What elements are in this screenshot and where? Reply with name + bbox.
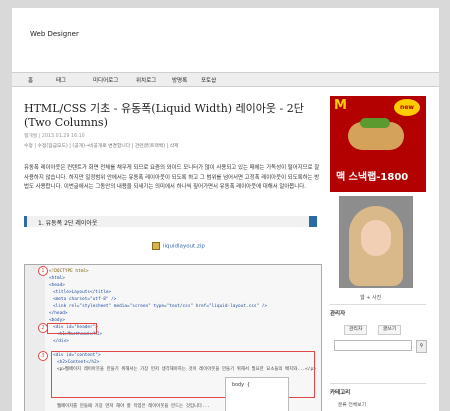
code-line: <head>	[49, 283, 65, 288]
nav-item-photoshop[interactable]: 포토샵	[201, 76, 216, 84]
section-heading: 1. 유동폭 2단 레이아웃	[24, 216, 317, 227]
code-line: </div>	[53, 339, 69, 344]
lettuce-image	[360, 118, 390, 128]
code-line: 웹페이지를 만들때 가장 먼저 해야 할 작업은 레이아웃을 만드는 것입니다.…	[57, 404, 210, 409]
search-button[interactable]: ⚲	[416, 340, 427, 353]
download-filename[interactable]: liquidlayout.zip	[163, 244, 205, 250]
write-button[interactable]: 글쓰기	[378, 325, 402, 335]
post-admin-links[interactable]: 수정 | 수정(잠금모드) | (공개)→비공개로 변경합니다 | 관련글(트랙…	[24, 142, 179, 149]
code-line: <meta charset="utf-8" />	[53, 297, 117, 302]
site-title[interactable]: Web Designer	[30, 30, 79, 38]
callout-marker: 2	[38, 323, 48, 333]
divider	[330, 304, 426, 305]
zip-icon	[152, 242, 160, 250]
section-heading-label: 1. 유동폭 2단 레이아웃	[38, 220, 98, 227]
post-body: 유동폭 레이아웃은 컨텐트가 화면 전체를 채우게 되므로 요즘의 와이드 모니…	[24, 165, 320, 190]
css-popup-text: body {	[232, 382, 251, 388]
search-input[interactable]	[334, 340, 412, 351]
sidebar: M new 맥 스낵랩-1800 웹 + 사진 관리자 관리자 글쓰기 ⚲ 카테…	[330, 96, 431, 411]
line-gutter	[25, 265, 45, 411]
callout-marker: 1	[38, 266, 48, 276]
divider	[330, 383, 426, 384]
new-badge: new	[394, 99, 420, 116]
category-item-all[interactable]: 분류 전체보기	[338, 401, 366, 408]
admin-button[interactable]: 관리자	[344, 325, 368, 335]
nav-item-locationlog[interactable]: 위치로그	[136, 76, 156, 84]
code-line: <title>Layouts</title>	[53, 290, 112, 295]
header-highlight-box	[47, 323, 97, 334]
nav-item-guestbook[interactable]: 방명록	[172, 76, 187, 84]
nav-item-medialog[interactable]: 미디어로그	[93, 76, 118, 84]
callout-marker: 3	[38, 351, 48, 361]
ad-text: 맥 스낵랩-1800	[336, 172, 409, 183]
category-heading: 카테고리	[330, 390, 351, 396]
code-line: <link rel="stylesheet" media="screen" ty…	[53, 304, 268, 309]
download-link[interactable]: liquidlayout.zip	[152, 242, 205, 250]
code-line: <!DOCTYPE html>	[49, 269, 89, 274]
brand-logo: M	[334, 98, 347, 113]
nav-item-tags[interactable]: 태그	[56, 76, 66, 84]
code-line: <html>	[49, 276, 65, 281]
nav-item-home[interactable]: 홈	[28, 76, 33, 84]
advertisement-banner[interactable]: M new 맥 스낵랩-1800	[330, 96, 426, 192]
code-line: </head>	[49, 311, 68, 316]
post-title[interactable]: HTML/CSS 기초 - 유동폭(Liquid Width) 레이아웃 - 2…	[24, 102, 320, 130]
profile-name: 웹 + 사진	[360, 295, 382, 301]
post-meta: 웹개발 | 2013.01.29 16:10	[24, 134, 85, 139]
profile-photo	[339, 196, 413, 288]
admin-heading: 관리자	[330, 311, 346, 317]
code-screenshot: <!DOCTYPE html> <html> <head> <title>Lay…	[24, 264, 322, 411]
face-shape	[361, 220, 391, 256]
css-popup: body {	[225, 377, 289, 411]
main-nav: 홈 태그 미디어로그 위치로그 방명록 포토샵	[12, 72, 439, 87]
page: Web Designer 홈 태그 미디어로그 위치로그 방명록 포토샵 HTM…	[12, 8, 439, 411]
